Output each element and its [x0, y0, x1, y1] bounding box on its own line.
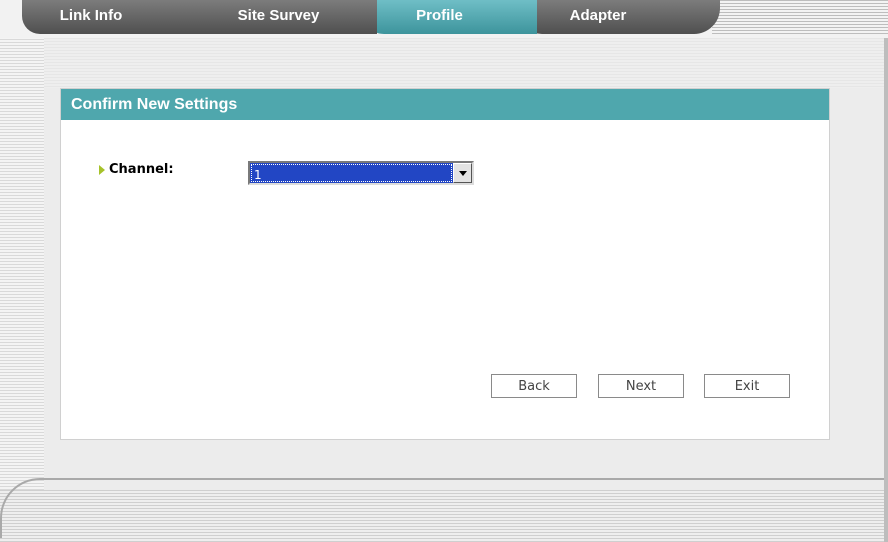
chevron-down-icon: [458, 170, 467, 176]
tab-label: Link Info: [59, 6, 123, 24]
tab-bar: Adapter Profile Site Survey Link Info: [0, 0, 888, 38]
main-texture: [44, 38, 884, 88]
dropdown-button[interactable]: [453, 163, 472, 183]
tab-label: Site Survey: [237, 6, 320, 24]
channel-select-value: 1: [251, 164, 452, 182]
left-decoration: [0, 0, 44, 542]
channel-select[interactable]: 1: [248, 161, 474, 185]
tab-site-survey[interactable]: Site Survey: [192, 0, 377, 34]
next-button[interactable]: Next: [598, 374, 684, 398]
right-edge: [884, 0, 888, 542]
tab-adapter[interactable]: Adapter: [520, 0, 720, 34]
channel-label: Channel:: [109, 162, 174, 177]
bottom-curve-decoration: [0, 478, 888, 538]
tab-label: Profile: [416, 6, 463, 24]
exit-button[interactable]: Exit: [704, 374, 790, 398]
channel-row: Channel:: [99, 162, 174, 177]
confirm-settings-panel: Confirm New Settings Channel: 1 Back Nex…: [60, 88, 830, 440]
tab-bar-filler: [712, 0, 888, 34]
panel-title: Confirm New Settings: [61, 89, 829, 120]
tab-link-info[interactable]: Link Info: [22, 0, 212, 34]
tab-profile[interactable]: Profile: [362, 0, 537, 34]
chevron-right-icon: [99, 164, 105, 175]
app-window: Adapter Profile Site Survey Link Info Co…: [0, 0, 888, 542]
tab-label: Adapter: [569, 6, 627, 24]
back-button[interactable]: Back: [491, 374, 577, 398]
